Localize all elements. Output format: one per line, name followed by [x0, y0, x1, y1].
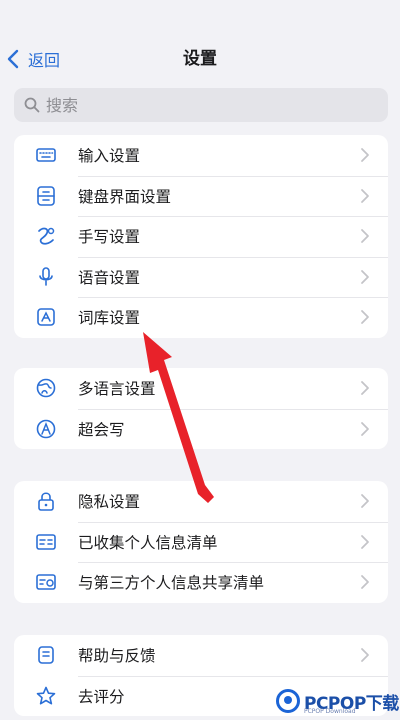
settings-item-keyboard-ui[interactable]: 键盘界面设置 [14, 175, 388, 217]
chevron-right-icon [361, 494, 369, 509]
settings-item-help-feedback[interactable]: 帮助与反馈 [14, 635, 388, 676]
microphone-icon [34, 265, 58, 289]
settings-item-privacy[interactable]: 隐私设置 [14, 481, 388, 522]
chevron-right-icon [361, 421, 369, 436]
settings-item-dictionary[interactable]: 词库设置 [14, 297, 388, 338]
watermark-sub: PCPOP Download [304, 708, 356, 715]
settings-item-label: 与第三方个人信息共享清单 [78, 574, 265, 593]
search-icon [24, 97, 40, 113]
settings-item-third-party-sharing[interactable]: 与第三方个人信息共享清单 [14, 562, 388, 603]
settings-item-label: 已收集个人信息清单 [78, 533, 218, 552]
settings-item-voice[interactable]: 语音设置 [14, 256, 388, 298]
handwriting-icon [34, 224, 58, 248]
settings-item-label: 键盘界面设置 [78, 187, 172, 206]
settings-item-label: 隐私设置 [78, 493, 141, 512]
settings-group-privacy: 隐私设置 已收集个人信息清单 与第三方个人信息共享清单 [14, 481, 388, 603]
settings-item-label: 超会写 [78, 420, 125, 439]
settings-group-language: 多语言设置 超会写 [14, 368, 388, 449]
chevron-right-icon [361, 269, 369, 284]
star-icon [34, 684, 58, 708]
chevron-right-icon [361, 381, 369, 396]
id-card-icon [34, 530, 58, 554]
settings-item-label: 输入设置 [78, 147, 141, 166]
settings-item-ai-writing[interactable]: 超会写 [14, 408, 388, 450]
chevron-right-icon [361, 188, 369, 203]
settings-item-label: 语音设置 [78, 268, 141, 287]
settings-item-handwriting[interactable]: 手写设置 [14, 216, 388, 257]
settings-item-input[interactable]: 输入设置 [14, 135, 388, 176]
logo-icon [276, 689, 300, 713]
settings-item-label: 帮助与反馈 [78, 647, 156, 666]
dictionary-icon [34, 305, 58, 329]
watermark-logo: PCPOP下载 PCPOP Download [276, 684, 399, 718]
settings-item-collected-info[interactable]: 已收集个人信息清单 [14, 521, 388, 563]
navigation-bar: 返回 设置 [0, 38, 400, 80]
shared-id-icon [34, 570, 58, 594]
chevron-right-icon [361, 575, 369, 590]
chevron-right-icon [361, 229, 369, 244]
search-bar[interactable] [14, 88, 388, 122]
globe-icon [34, 376, 58, 400]
settings-group-input: 输入设置 键盘界面设置 手写设置 语音设置 词库设置 [14, 135, 388, 338]
chevron-right-icon [361, 648, 369, 663]
page-title: 设置 [183, 49, 217, 69]
search-input[interactable] [46, 95, 346, 115]
chevron-right-icon [361, 148, 369, 163]
chevron-right-icon [361, 534, 369, 549]
ai-writing-icon [34, 417, 58, 441]
settings-item-multilanguage[interactable]: 多语言设置 [14, 368, 388, 409]
keyboard-icon [34, 143, 58, 167]
settings-item-label: 多语言设置 [78, 380, 156, 399]
feedback-icon [34, 643, 58, 667]
settings-item-label: 手写设置 [78, 228, 141, 247]
keyboard-layout-icon [34, 184, 58, 208]
settings-item-label: 词库设置 [78, 309, 141, 328]
chevron-right-icon [361, 310, 369, 325]
lock-icon [34, 489, 58, 513]
